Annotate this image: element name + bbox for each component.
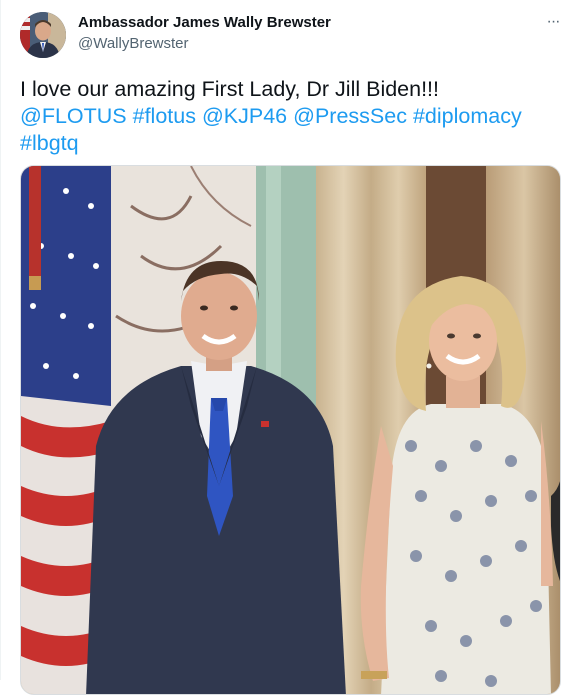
mention-link[interactable]: @PressSec [293,104,407,128]
avatar-photo-icon [20,12,66,58]
tweet-text-line: I love our amazing First Lady, Dr Jill B… [20,77,440,101]
hashtag-link[interactable]: #lbgtq [20,131,79,155]
author-avatar[interactable] [20,12,66,58]
tweet[interactable]: Ambassador James Wally Brewster @WallyBr… [0,0,577,695]
mention-link[interactable]: @FLOTUS [20,104,127,128]
tweet-text-line: @FLOTUS #flotus @KJP46 @PressSec #diplom… [20,103,560,130]
tweet-text-line: #lbgtq [20,130,560,157]
tweet-photo[interactable] [20,165,561,695]
photo-two-people-with-flag-icon [21,166,560,694]
hashtag-link[interactable]: #flotus [133,104,196,128]
more-options-icon[interactable]: ··· [542,12,564,32]
hashtag-link[interactable]: #diplomacy [413,104,522,128]
author-handle[interactable]: @WallyBrewster [78,35,189,52]
tweet-text: I love our amazing First Lady, Dr Jill B… [20,76,560,157]
mention-link[interactable]: @KJP46 [202,104,287,128]
author-name[interactable]: Ambassador James Wally Brewster [78,14,331,31]
